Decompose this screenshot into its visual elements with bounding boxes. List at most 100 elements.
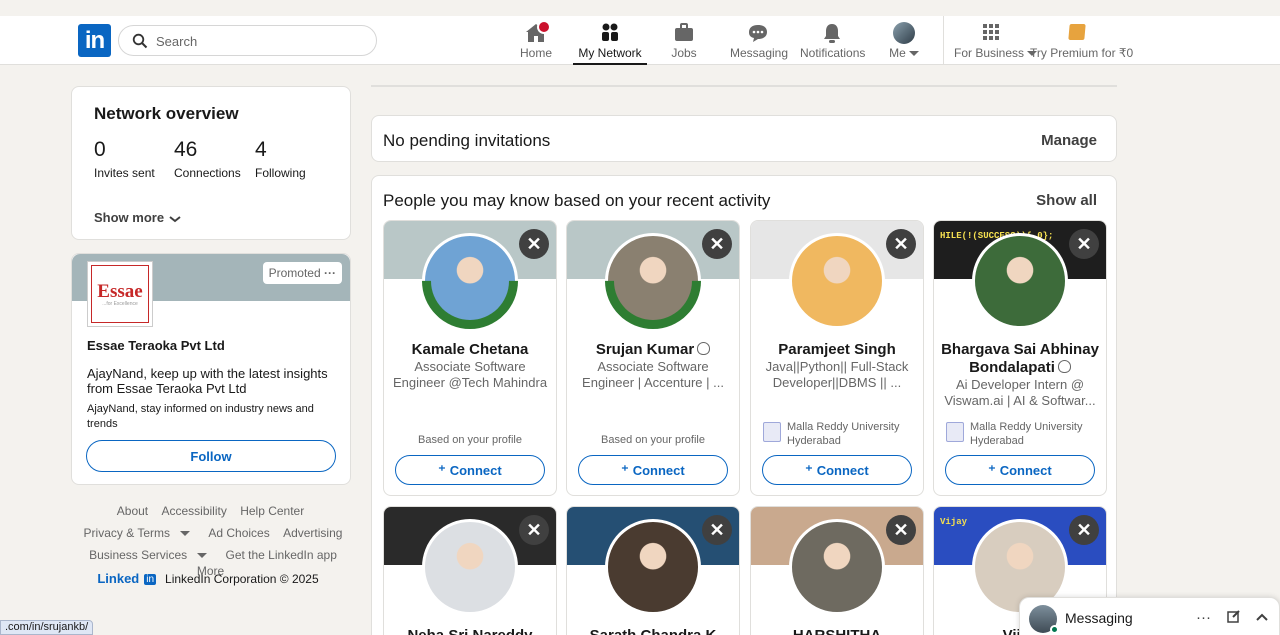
- footer-brand-wordmark: Linked: [97, 571, 140, 586]
- verified-icon: [1057, 360, 1071, 373]
- chevron-down-icon: [908, 51, 919, 57]
- compose-icon[interactable]: [1227, 609, 1241, 627]
- person-card[interactable]: ✕ Paramjeet Singh Java||Python|| Full-Stac…: [750, 220, 924, 496]
- messaging-dock[interactable]: Messaging ···: [1019, 597, 1280, 635]
- add-person-icon: ⁺: [988, 461, 996, 478]
- avatar: [893, 22, 915, 44]
- nav-premium[interactable]: Try Premium for ₹0: [1030, 20, 1134, 65]
- dismiss-button[interactable]: ✕: [1069, 229, 1099, 259]
- person-name[interactable]: Paramjeet Singh: [757, 341, 917, 359]
- company-logo[interactable]: Essae ...for Excellence: [87, 261, 153, 327]
- promoted-menu[interactable]: Promoted ···: [262, 262, 342, 284]
- nav-divider: [943, 16, 944, 65]
- close-icon: ✕: [893, 520, 909, 540]
- essae-logo-mark: Essae ...for Excellence: [91, 265, 149, 323]
- add-person-icon: ⁺: [621, 461, 629, 478]
- ad-company-name[interactable]: Essae Teraoka Pvt Ltd: [87, 338, 225, 353]
- top-nav: in Home My Network Jobs Messaging Notifi…: [0, 16, 1280, 65]
- footer-link-privacy-terms[interactable]: Privacy & Terms: [79, 526, 195, 540]
- footer-link-about[interactable]: About: [117, 504, 148, 518]
- nav-jobs[interactable]: Jobs: [668, 20, 700, 65]
- person-name[interactable]: Kamale Chetana: [390, 341, 550, 359]
- dismiss-button[interactable]: ✕: [886, 515, 916, 545]
- person-avatar[interactable]: [605, 519, 701, 615]
- connect-button[interactable]: ⁺ Connect: [395, 455, 545, 485]
- person-card[interactable]: ✕ HARSHITHA GUJJALA: [750, 506, 924, 635]
- person-card[interactable]: ✕ Kamale Chetana Associate Software Engine…: [383, 220, 557, 496]
- stat-label: Invites sent: [94, 166, 155, 180]
- pending-invitations-card: No pending invitations Manage: [371, 115, 1117, 162]
- show-more-button[interactable]: Show more: [94, 210, 182, 225]
- person-avatar[interactable]: [789, 233, 885, 329]
- stat-invites-sent[interactable]: 0 Invites sent: [94, 138, 155, 180]
- stat-connections[interactable]: 46 Connections: [174, 138, 241, 180]
- dismiss-button[interactable]: ✕: [702, 515, 732, 545]
- nav-for-business[interactable]: For Business: [954, 20, 1038, 65]
- footer-link-get-app[interactable]: Get the LinkedIn app: [225, 548, 336, 562]
- connect-button[interactable]: ⁺ Connect: [945, 455, 1095, 485]
- add-person-icon: ⁺: [438, 461, 446, 478]
- dismiss-button[interactable]: ✕: [702, 229, 732, 259]
- nav-notifications-label: Notifications: [800, 46, 866, 60]
- footer-link-advertising[interactable]: Advertising: [283, 526, 342, 540]
- person-card[interactable]: ✕ Neha Sri Nareddy: [383, 506, 557, 635]
- footer-link-business-services[interactable]: Business Services: [84, 548, 212, 562]
- browser-status-bar: .com/in/srujankb/: [0, 620, 94, 635]
- person-name[interactable]: Srujan Kumar: [573, 341, 733, 359]
- stat-label: Following: [255, 166, 306, 180]
- nav-my-network[interactable]: My Network: [573, 20, 647, 65]
- nav-home[interactable]: Home: [517, 20, 555, 65]
- university-logo-icon: [763, 422, 781, 442]
- person-card[interactable]: HILE(!(SUCCESS)){ 0}; ✕ Bhargava Sai Abhin…: [933, 220, 1107, 496]
- footer-copyright: LinkedIn Corporation © 2025: [165, 572, 319, 586]
- person-name[interactable]: Bhargava Sai Abhinay Bondalapati: [940, 341, 1100, 377]
- connect-button[interactable]: ⁺ Connect: [762, 455, 912, 485]
- content-divider: [371, 85, 1117, 87]
- close-icon: ✕: [526, 520, 542, 540]
- close-icon: ✕: [1076, 234, 1092, 254]
- connect-button[interactable]: ⁺ Connect: [578, 455, 728, 485]
- footer-link-accessibility[interactable]: Accessibility: [161, 504, 226, 518]
- nav-me[interactable]: Me: [888, 20, 920, 65]
- show-all-button[interactable]: Show all: [1036, 192, 1097, 209]
- search-box[interactable]: [118, 25, 377, 56]
- person-avatar[interactable]: [972, 233, 1068, 329]
- chevron-up-icon[interactable]: [1255, 609, 1269, 626]
- stat-following[interactable]: 4 Following: [255, 138, 306, 180]
- chevron-down-icon: [197, 553, 208, 559]
- dismiss-button[interactable]: ✕: [1069, 515, 1099, 545]
- search-input[interactable]: [156, 31, 366, 51]
- footer-link-ad-choices[interactable]: Ad Choices: [208, 526, 269, 540]
- logo-tagline: ...for Excellence: [102, 300, 138, 307]
- ad-subtext: AjayNand, stay informed on industry news…: [87, 403, 314, 430]
- dismiss-button[interactable]: ✕: [519, 229, 549, 259]
- person-avatar[interactable]: [422, 519, 518, 615]
- person-name[interactable]: Neha Sri Nareddy: [390, 627, 550, 635]
- bell-icon: [819, 22, 845, 44]
- dismiss-button[interactable]: ✕: [886, 229, 916, 259]
- close-icon: ✕: [1076, 520, 1092, 540]
- more-icon[interactable]: ···: [1196, 609, 1211, 626]
- notification-badge: [537, 20, 551, 34]
- stat-value: 4: [255, 138, 267, 161]
- person-card[interactable]: ✕ Sarath Chandra K: [566, 506, 740, 635]
- follow-button[interactable]: Follow: [86, 440, 336, 472]
- footer-link-help-center[interactable]: Help Center: [240, 504, 304, 518]
- dismiss-button[interactable]: ✕: [519, 515, 549, 545]
- person-card[interactable]: ✕ Srujan Kumar Associate Software Engineer…: [566, 220, 740, 496]
- person-name[interactable]: HARSHITHA GUJJALA: [757, 627, 917, 635]
- nav-notifications[interactable]: Notifications: [800, 20, 866, 65]
- home-icon: [523, 20, 551, 44]
- nav-messaging[interactable]: Messaging: [730, 20, 788, 65]
- person-avatar[interactable]: [789, 519, 885, 615]
- manage-button[interactable]: Manage: [1041, 132, 1097, 149]
- nav-premium-label: Try Premium for ₹0: [1030, 46, 1134, 60]
- left-footer: About Accessibility Help Center Privacy …: [70, 503, 351, 586]
- footer-brand-in: in: [144, 574, 157, 586]
- person-name[interactable]: Sarath Chandra K: [573, 627, 733, 635]
- close-icon: ✕: [709, 520, 725, 540]
- nav-home-label: Home: [519, 46, 552, 60]
- linkedin-logo[interactable]: in: [78, 24, 111, 57]
- briefcase-icon: [671, 22, 697, 44]
- person-reason: Based on your profile: [418, 434, 522, 446]
